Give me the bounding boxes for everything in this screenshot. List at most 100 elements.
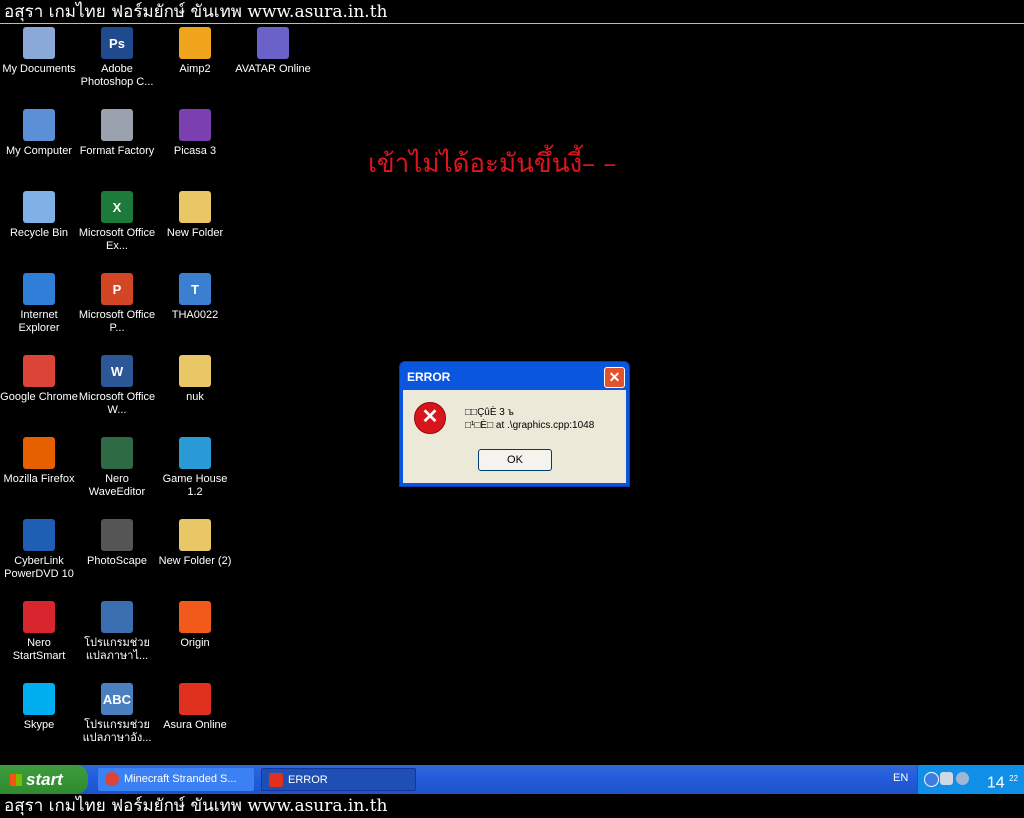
desktop-icon[interactable]: Google Chrome	[0, 355, 78, 404]
desktop-icon[interactable]: Recycle Bin	[0, 191, 78, 240]
clock-hour: 14	[986, 774, 1005, 792]
nero-icon	[23, 601, 55, 633]
folder-icon	[179, 519, 211, 551]
recycle-bin-icon	[23, 191, 55, 223]
desktop-icon[interactable]: X Microsoft Office Ex...	[78, 191, 156, 253]
folder-icon	[179, 191, 211, 223]
desktop-icon[interactable]: โปรแกรมช่วยแปลภาษาไ...	[78, 601, 156, 663]
error-icon: ✕	[414, 402, 446, 434]
desktop-icon-label: Nero StartSmart	[12, 637, 66, 662]
desktop-icon-label: Format Factory	[79, 145, 155, 157]
desktop-icon[interactable]: Asura Online	[156, 683, 234, 732]
desktop-icon[interactable]: CyberLink PowerDVD 10	[0, 519, 78, 581]
desktop-icon-label: My Documents	[2, 63, 76, 75]
dialog-body: ✕ □□ÇûÈ 3 ъ □¹□È□ at .\graphics.cpp:1048…	[403, 390, 626, 483]
desktop-icon[interactable]: ABC โปรแกรมช่วยแปลภาษาอัง...	[78, 683, 156, 745]
desktop-icon[interactable]: nuk	[156, 355, 234, 404]
desktop-icon-label: Internet Explorer	[18, 309, 60, 334]
language-indicator[interactable]: EN	[893, 772, 908, 784]
desktop-icon-label: Aimp2	[179, 63, 211, 75]
desktop-icon-label: My Computer	[5, 145, 73, 157]
game-house-icon	[179, 437, 211, 469]
desktop-icon-label: nuk	[186, 391, 204, 403]
aimp-icon	[179, 27, 211, 59]
desktop-icon-label: AVATAR Online	[235, 63, 311, 75]
wave-editor-icon	[101, 437, 133, 469]
network-icon[interactable]	[924, 772, 939, 787]
photoscape-icon	[101, 519, 133, 551]
folder-icon	[179, 355, 211, 387]
desktop-icon-label: Origin	[180, 637, 210, 649]
start-label: start	[26, 770, 63, 789]
desktop-icon-label: Microsoft Office P...	[78, 309, 156, 334]
desktop-icon-label: Picasa 3	[173, 145, 217, 157]
error-line-2: □¹□È□ at .\graphics.cpp:1048	[465, 420, 595, 431]
desktop-icon[interactable]: My Documents	[0, 27, 78, 76]
desktop-icon[interactable]: Origin	[156, 601, 234, 650]
desktop-icon-label: Mozilla Firefox	[3, 473, 75, 485]
desktop-icon-label: PhotoScape	[87, 555, 147, 567]
windows-flag-icon	[10, 774, 22, 786]
desktop-icon[interactable]: PhotoScape	[78, 519, 156, 568]
chrome-icon	[105, 772, 119, 786]
clock[interactable]: 14 22	[987, 768, 1018, 794]
taskbar: start Minecraft Stranded S... ERROR 14 2…	[0, 765, 1024, 794]
desktop-icon-label: New Folder	[166, 227, 224, 239]
desktop-icon[interactable]: Ps Adobe Photoshop C...	[78, 27, 156, 89]
desktop-icon-label: Nero WaveEditor	[88, 473, 146, 498]
desktop-icon[interactable]: My Computer	[0, 109, 78, 158]
volume-icon[interactable]	[956, 772, 969, 785]
desktop-icon[interactable]: Mozilla Firefox	[0, 437, 78, 486]
taskbar-item-error[interactable]: ERROR	[261, 768, 416, 791]
desktop-icon[interactable]: AVATAR Online	[234, 27, 312, 76]
task-label: Minecraft Stranded S...	[124, 773, 237, 785]
error-message: □□ÇûÈ 3 ъ □¹□È□ at .\graphics.cpp:1048	[465, 406, 594, 432]
internet-explorer-icon	[23, 273, 55, 305]
desktop-icon[interactable]: Format Factory	[78, 109, 156, 158]
desktop-icon[interactable]: Game House 1.2	[156, 437, 234, 499]
taskbar-item-minecraft[interactable]: Minecraft Stranded S...	[98, 768, 254, 791]
desktop-icon-label: New Folder (2)	[158, 555, 232, 567]
desktop-icon[interactable]: New Folder	[156, 191, 234, 240]
desktop-icon[interactable]: Internet Explorer	[0, 273, 78, 335]
desktop-icon[interactable]: Nero WaveEditor	[78, 437, 156, 499]
desktop-icon-label: Google Chrome	[0, 391, 78, 403]
my-documents-icon	[23, 27, 55, 59]
powerpoint-icon: P	[101, 273, 133, 305]
skype-icon	[23, 683, 55, 715]
close-icon[interactable]: ✕	[604, 367, 625, 388]
origin-icon	[179, 601, 211, 633]
desktop-icon[interactable]: Picasa 3	[156, 109, 234, 158]
desktop-icon[interactable]: New Folder (2)	[156, 519, 234, 568]
desktop-icon[interactable]: Skype	[0, 683, 78, 732]
desktop-icon-label: Microsoft Office Ex...	[78, 227, 156, 252]
desktop-icon-label: Skype	[23, 719, 55, 731]
desktop-icon-label: Recycle Bin	[9, 227, 69, 239]
error-dialog: ERROR ✕ ✕ □□ÇûÈ 3 ъ □¹□È□ at .\graphics.…	[399, 361, 630, 487]
desktop-icon[interactable]: Aimp2	[156, 27, 234, 76]
dialog-title: ERROR	[407, 370, 451, 384]
desktop-icon-label: Asura Online	[163, 719, 227, 731]
ok-button[interactable]: OK	[478, 449, 552, 471]
monitor-icon[interactable]	[940, 772, 953, 785]
desktop-icon-label: THA0022	[171, 309, 219, 321]
desktop-icon[interactable]: T THA0022	[156, 273, 234, 322]
chrome-icon	[23, 355, 55, 387]
start-button[interactable]: start	[0, 765, 88, 794]
translator-eng-icon: ABC	[101, 683, 133, 715]
avatar-online-icon	[257, 27, 289, 59]
overlay-text: เข้าไม่ได้อะมันขึ้นงี้– –	[368, 149, 617, 179]
font-file-icon: T	[179, 273, 211, 305]
picasa-icon	[179, 109, 211, 141]
desktop-icon[interactable]: W Microsoft Office W...	[78, 355, 156, 417]
my-computer-icon	[23, 109, 55, 141]
desktop-icon-label: โปรแกรมช่วยแปลภาษาอัง...	[82, 719, 152, 744]
asura-online-icon	[269, 773, 283, 787]
desktop-icon[interactable]: P Microsoft Office P...	[78, 273, 156, 335]
format-factory-icon	[101, 109, 133, 141]
bottom-banner: อสุรา เกมไทย ฟอร์มยักษ์ ขันเทพ www.asura…	[0, 794, 1024, 818]
powerdvd-icon	[23, 519, 55, 551]
photoshop-icon: Ps	[101, 27, 133, 59]
desktop-icon-label: Microsoft Office W...	[78, 391, 156, 416]
desktop-icon[interactable]: Nero StartSmart	[0, 601, 78, 663]
